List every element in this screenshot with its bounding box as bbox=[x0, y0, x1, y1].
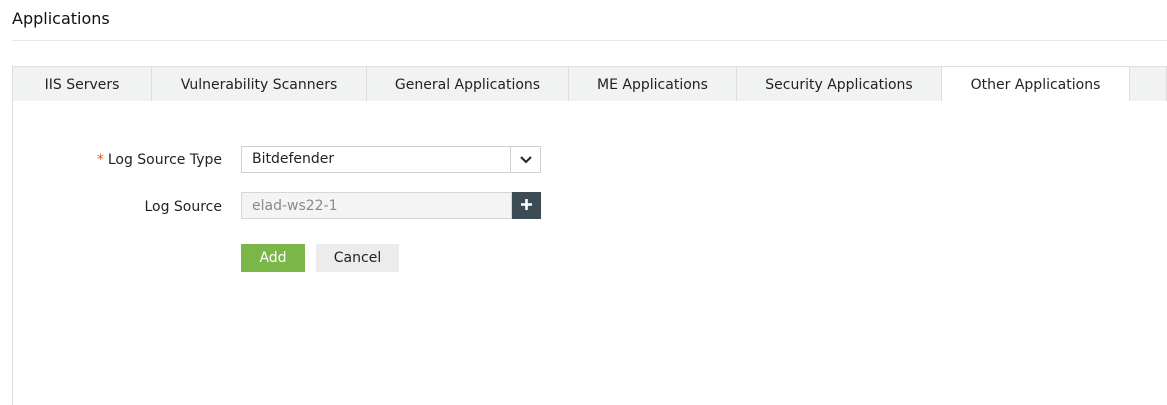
chevron-down-icon[interactable] bbox=[510, 147, 540, 172]
page-title: Applications bbox=[12, 9, 110, 28]
log-source-type-select[interactable]: Bitdefender bbox=[241, 146, 541, 173]
tab-security-applications[interactable]: Security Applications bbox=[737, 67, 942, 102]
tab-label: ME Applications bbox=[597, 76, 708, 93]
tab-bar-filler bbox=[1130, 67, 1166, 101]
tab-label: IIS Servers bbox=[44, 76, 120, 93]
log-source-type-value: Bitdefender bbox=[252, 151, 335, 167]
tab-label: Security Applications bbox=[765, 76, 913, 93]
tab-panel-other-applications bbox=[12, 101, 1167, 405]
tab-label: Other Applications bbox=[970, 76, 1101, 93]
add-button[interactable]: Add bbox=[241, 244, 305, 272]
title-divider bbox=[12, 40, 1167, 41]
add-log-source-button[interactable] bbox=[512, 192, 541, 219]
tab-iis-servers[interactable]: IIS Servers bbox=[13, 67, 152, 102]
log-source-label: Log Source bbox=[144, 199, 222, 215]
plus-icon bbox=[520, 196, 533, 215]
tab-vulnerability-scanners[interactable]: Vulnerability Scanners bbox=[152, 67, 367, 102]
tab-me-applications[interactable]: ME Applications bbox=[569, 67, 737, 102]
tab-label: General Applications bbox=[394, 76, 541, 93]
log-source-input[interactable] bbox=[241, 192, 512, 219]
tab-other-applications[interactable]: Other Applications bbox=[942, 67, 1130, 102]
required-marker: * bbox=[96, 152, 104, 168]
tab-general-applications[interactable]: General Applications bbox=[367, 67, 569, 102]
tab-bar: IIS Servers Vulnerability Scanners Gener… bbox=[12, 66, 1167, 102]
tab-label: Vulnerability Scanners bbox=[180, 76, 338, 93]
cancel-button[interactable]: Cancel bbox=[316, 244, 399, 272]
log-source-type-label-text: Log Source Type bbox=[107, 152, 222, 168]
log-source-type-label: * Log Source Type bbox=[12, 152, 222, 168]
